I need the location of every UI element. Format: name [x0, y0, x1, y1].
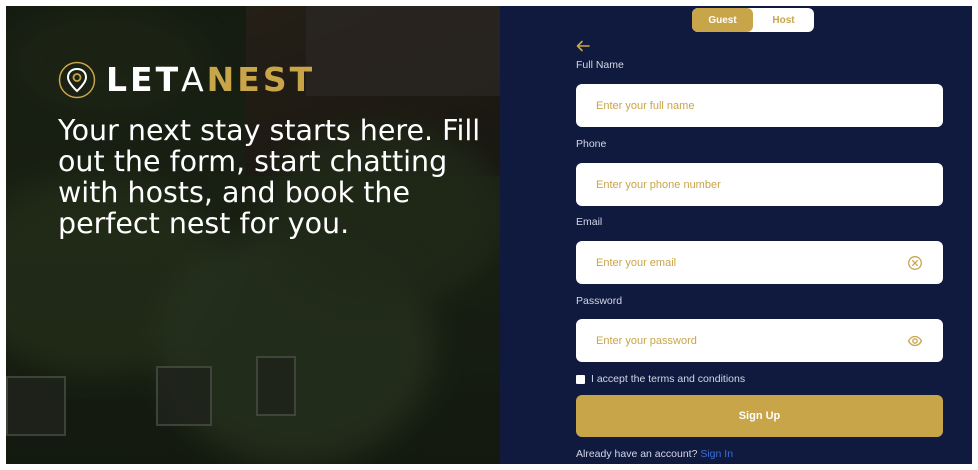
- role-toggle-guest[interactable]: Guest: [692, 8, 753, 32]
- brand-name-a: A: [181, 60, 207, 99]
- password-label: Password: [576, 295, 623, 307]
- clear-circle-icon[interactable]: [907, 255, 923, 271]
- terms-checkbox[interactable]: [576, 374, 585, 384]
- brand-name-let: LET: [106, 60, 182, 99]
- terms-label: I accept the terms and conditions: [591, 373, 746, 385]
- phone-input[interactable]: [576, 163, 943, 206]
- brand-logo-lockup: LETANEST: [58, 60, 315, 99]
- phone-field-wrapper: [576, 163, 943, 206]
- email-label: Email: [576, 216, 603, 228]
- hero-tagline: Your next stay starts here. Fill out the…: [58, 114, 481, 240]
- role-toggle: Guest Host: [692, 8, 814, 32]
- sign-up-button[interactable]: Sign Up: [576, 395, 943, 437]
- terms-row: I accept the terms and conditions: [576, 373, 745, 385]
- brand-name: LETANEST: [106, 60, 315, 99]
- full-name-input[interactable]: [576, 84, 943, 127]
- signup-form-panel: Guest Host Full Name Phone Email Passwor…: [500, 6, 972, 464]
- email-field-wrapper: [576, 241, 943, 284]
- full-name-label: Full Name: [576, 59, 624, 71]
- hero-panel: LETANEST Your next stay starts here. Fil…: [6, 6, 500, 464]
- arrow-left-icon[interactable]: [576, 40, 590, 52]
- map-pin-heart-icon: [58, 61, 96, 98]
- password-field-wrapper: [576, 319, 943, 362]
- password-input[interactable]: [576, 319, 907, 362]
- phone-label: Phone: [576, 138, 607, 150]
- email-input[interactable]: [576, 241, 907, 284]
- brand-name-nest: NEST: [206, 60, 316, 99]
- signup-screen: LETANEST Your next stay starts here. Fil…: [6, 6, 972, 464]
- eye-icon[interactable]: [907, 333, 923, 349]
- sign-in-link[interactable]: Sign In: [700, 448, 733, 460]
- sign-in-row: Already have an account? Sign In: [576, 448, 733, 460]
- sign-in-prompt: Already have an account?: [576, 448, 698, 460]
- full-name-field-wrapper: [576, 84, 943, 127]
- role-toggle-host[interactable]: Host: [753, 8, 814, 32]
